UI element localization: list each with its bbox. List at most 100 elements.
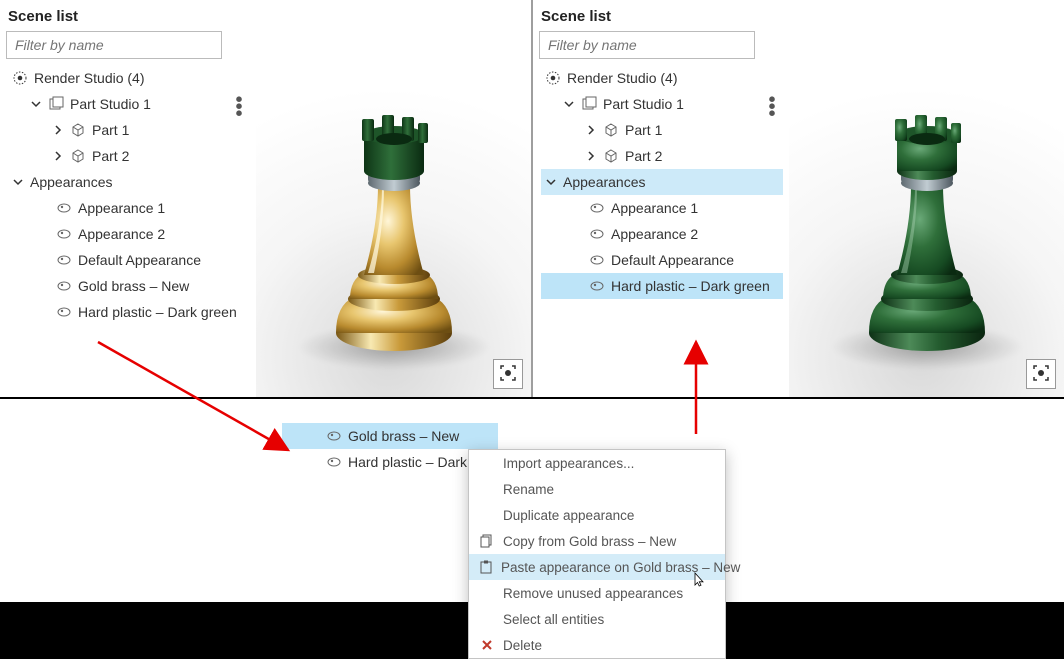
tree-appearance[interactable]: Default Appearance xyxy=(541,247,783,273)
tree-appearance-gold[interactable]: Gold brass – New xyxy=(8,273,250,299)
tree-part-studio[interactable]: Part Studio 1 xyxy=(8,91,250,117)
scene-list-title: Scene list xyxy=(6,4,250,31)
menu-label: Rename xyxy=(503,482,715,497)
appearance-icon xyxy=(589,200,605,216)
viewport-right[interactable] xyxy=(789,0,1064,397)
menu-select-all[interactable]: Select all entities xyxy=(469,606,725,632)
chevron-down-icon[interactable] xyxy=(30,98,42,110)
menu-label: Delete xyxy=(503,638,715,653)
part-studio-icon xyxy=(48,96,64,112)
appearance-icon xyxy=(326,454,342,470)
scene-tree: Render Studio (4) Part Studio 1 Part 1 xyxy=(539,65,783,299)
pin-icon[interactable] xyxy=(232,95,246,113)
chevron-down-icon[interactable] xyxy=(545,176,557,188)
tree-root-label: Render Studio (4) xyxy=(34,70,246,86)
appearance-icon xyxy=(589,226,605,242)
tree-label: Default Appearance xyxy=(611,252,779,268)
part-studio-icon xyxy=(581,96,597,112)
tree-part[interactable]: Part 1 xyxy=(541,117,783,143)
tree-label: Appearance 1 xyxy=(611,200,779,216)
tree-part[interactable]: Part 2 xyxy=(541,143,783,169)
tree-part[interactable]: Part 2 xyxy=(8,143,250,169)
tree-label: Appearances xyxy=(563,174,779,190)
tree-appearance-green-selected[interactable]: Hard plastic – Dark green xyxy=(541,273,783,299)
bottom-area: Gold brass – New Hard plastic – Dark Imp… xyxy=(0,399,1064,642)
context-menu: Import appearances... Rename Duplicate a… xyxy=(468,449,726,659)
tree-appearance-gold-selected[interactable]: Gold brass – New xyxy=(282,423,498,449)
chevron-down-icon[interactable] xyxy=(563,98,575,110)
list-view-button[interactable] xyxy=(228,34,250,56)
chevron-right-icon[interactable] xyxy=(52,124,64,136)
pin-icon[interactable] xyxy=(765,95,779,113)
menu-rename[interactable]: Rename xyxy=(469,476,725,502)
menu-delete[interactable]: Delete xyxy=(469,632,725,658)
tree-label: Appearance 2 xyxy=(78,226,246,242)
appearance-icon xyxy=(589,278,605,294)
tree-label: Part 2 xyxy=(92,148,246,164)
tree-label: Part 1 xyxy=(92,122,246,138)
menu-label: Copy from Gold brass – New xyxy=(503,534,715,549)
appearance-icon xyxy=(326,428,342,444)
chevron-right-icon[interactable] xyxy=(52,150,64,162)
menu-remove-unused[interactable]: Remove unused appearances xyxy=(469,580,725,606)
copy-icon xyxy=(479,533,495,549)
menu-label: Remove unused appearances xyxy=(503,586,715,601)
menu-duplicate[interactable]: Duplicate appearance xyxy=(469,502,725,528)
chevron-right-icon[interactable] xyxy=(585,150,597,162)
render-studio-icon xyxy=(545,70,561,86)
chevron-right-icon[interactable] xyxy=(585,124,597,136)
chevron-down-icon[interactable] xyxy=(12,176,24,188)
tree-appearance[interactable]: Default Appearance xyxy=(8,247,250,273)
tree-label: Part 2 xyxy=(625,148,779,164)
tree-appearance-green[interactable]: Hard plastic – Dark green xyxy=(8,299,250,325)
tree-root[interactable]: Render Studio (4) xyxy=(8,65,250,91)
blank-icon xyxy=(479,507,495,523)
paste-icon xyxy=(479,559,493,575)
scene-list-right: Scene list Render Studio (4) xyxy=(533,0,789,397)
menu-copy-from[interactable]: Copy from Gold brass – New xyxy=(469,528,725,554)
scene-tree: Render Studio (4) Part Studio 1 Part 1 xyxy=(6,65,250,325)
cursor-pointer-icon xyxy=(690,572,706,588)
menu-import-appearances[interactable]: Import appearances... xyxy=(469,450,725,476)
scene-list-title: Scene list xyxy=(539,4,783,31)
tree-label: Part 1 xyxy=(625,122,779,138)
delete-icon xyxy=(479,637,495,653)
panel-after: Scene list Render Studio (4) xyxy=(533,0,1064,397)
tree-appearance[interactable]: Appearance 1 xyxy=(541,195,783,221)
tree-label: Gold brass – New xyxy=(348,428,494,444)
scene-list-left: Scene list Render Studio (4) xyxy=(0,0,256,397)
tree-part[interactable]: Part 1 xyxy=(8,117,250,143)
part-icon xyxy=(603,122,619,138)
tree-label: Part Studio 1 xyxy=(70,96,226,112)
tree-label: Part Studio 1 xyxy=(603,96,759,112)
frame-icon xyxy=(498,363,518,386)
menu-paste-appearance[interactable]: Paste appearance on Gold brass – New xyxy=(469,554,725,580)
blank-icon xyxy=(479,455,495,471)
tree-appearance[interactable]: Appearance 1 xyxy=(8,195,250,221)
filter-input[interactable] xyxy=(539,31,755,59)
viewport-left[interactable] xyxy=(256,0,531,397)
menu-label: Import appearances... xyxy=(503,456,715,471)
menu-label: Duplicate appearance xyxy=(503,508,715,523)
appearance-icon xyxy=(56,200,72,216)
appearance-icon xyxy=(56,252,72,268)
tree-appearance[interactable]: Hard plastic – Dark xyxy=(282,449,498,475)
tree-label: Default Appearance xyxy=(78,252,246,268)
tree-label: Appearance 2 xyxy=(611,226,779,242)
appearance-icon xyxy=(589,252,605,268)
render-studio-icon xyxy=(12,70,28,86)
tree-appearances-group[interactable]: Appearances xyxy=(541,169,783,195)
tree-part-studio[interactable]: Part Studio 1 xyxy=(541,91,783,117)
tree-appearance[interactable]: Appearance 2 xyxy=(541,221,783,247)
frame-selection-button[interactable] xyxy=(493,359,523,389)
tree-appearance[interactable]: Appearance 2 xyxy=(8,221,250,247)
menu-label: Select all entities xyxy=(503,612,715,627)
tree-root[interactable]: Render Studio (4) xyxy=(541,65,783,91)
blank-icon xyxy=(479,611,495,627)
filter-input[interactable] xyxy=(6,31,222,59)
tree-appearances-group[interactable]: Appearances xyxy=(8,169,250,195)
list-view-button[interactable] xyxy=(761,34,783,56)
frame-selection-button[interactable] xyxy=(1026,359,1056,389)
blank-icon xyxy=(479,481,495,497)
tree-root-label: Render Studio (4) xyxy=(567,70,779,86)
